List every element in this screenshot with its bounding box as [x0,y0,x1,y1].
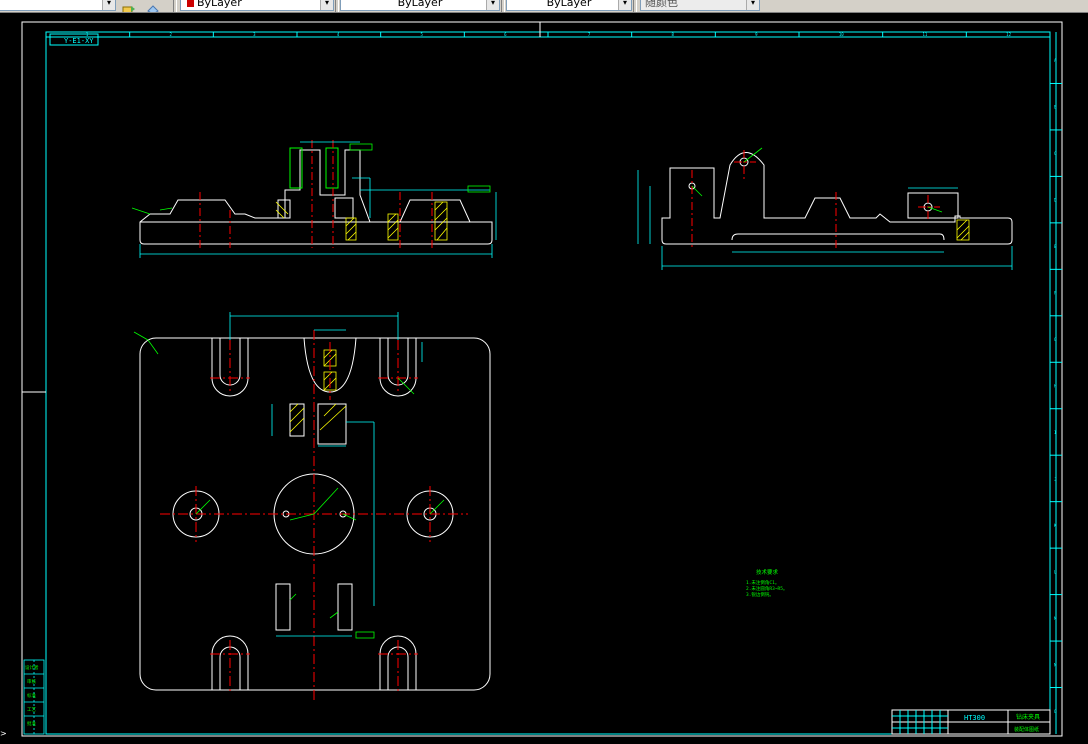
ruler-label: I [1054,430,1057,435]
signature-label: 设计者 [25,664,39,671]
command-prompt[interactable]: > [0,728,14,740]
toolbar-separator [173,0,177,12]
front-view-dim-box [325,147,339,189]
drawing-svg: 1 2 3 4 5 6 7 8 9 10 11 12 ABCDEFGHIJKLMNO Y-E1-XY [21,21,1063,737]
front-view-centerlines [199,140,433,248]
ruler-label: 5 [421,32,424,37]
ruler-label: 8 [672,32,675,37]
sheet-frame [21,21,1063,737]
toolbar-separator [501,0,505,12]
layer-previous-icon[interactable] [146,0,160,12]
side-view [661,152,1013,245]
plotstyle-control-value: 随颜色 [645,0,678,9]
front-view [139,147,493,245]
title-block-material: HT300 [964,714,985,722]
plan-view-centerlines [160,330,468,700]
ruler-label: 3 [253,32,256,37]
plan-rail-left [275,583,291,631]
toolbar-separator [633,0,637,12]
ruler-label: L [1054,569,1057,574]
ruler-label: 2 [170,32,173,37]
chevron-down-icon[interactable]: ▾ [320,0,333,10]
chevron-down-icon[interactable]: ▾ [618,0,631,10]
ruler-label: D [1054,198,1057,203]
ruler-label: O [1054,709,1057,714]
front-view-block [334,197,354,219]
chevron-down-icon[interactable]: ▾ [102,0,115,10]
ruler-label: M [1054,616,1057,621]
ruler-label: A [1054,58,1057,63]
ruler-label: N [1054,662,1057,667]
side-view-slot [731,233,945,241]
ruler-label: K [1054,523,1057,528]
side-view-centerlines [691,150,940,248]
ruler-label: B [1054,105,1057,110]
signature-label: 工艺 [27,707,36,713]
color-control-value: ByLayer [197,0,242,9]
ruler-label: G [1054,337,1057,342]
tech-notes-line: 2.未注圆角R3~R5。 [746,585,787,592]
layer-state-dropdown[interactable]: ▾ [0,0,116,11]
linetype-control-value: ByLayer [397,0,443,9]
signature-label: 审核 [27,678,36,685]
title-block-part-name: 钻床夹具 [1016,713,1040,721]
ruler-label: J [1054,476,1056,481]
color-swatch-icon [187,0,194,7]
plotstyle-control-dropdown[interactable]: 随颜色 ▾ [640,0,760,11]
ruler-label: F [1054,291,1057,296]
ruler-label: E [1054,244,1057,249]
ruler-label: 9 [755,32,758,37]
toolbar-separator [335,0,339,12]
top-ruler: 1 2 3 4 5 6 7 8 9 10 11 12 [86,32,1012,37]
left-signature-labels: 设计者 审核 标准 工艺 批准 [25,664,39,727]
tech-notes-line: 1.未注倒角C1。 [746,579,779,586]
outer-border [21,21,1063,737]
ruler-label: 10 [839,32,844,37]
lineweight-control-dropdown[interactable]: ByLayer ▾ [506,0,632,11]
plan-rail-right [337,583,353,631]
inner-border [45,31,1051,735]
side-view-hatch [956,219,970,241]
side-view-block [907,192,959,219]
ruler-label: H [1054,384,1057,389]
ruler-label: 7 [588,32,591,37]
ruler-label: C [1054,151,1057,156]
tech-notes-line: 3.锐边倒钝。 [746,591,774,598]
layer-tool-icon[interactable] [122,0,136,12]
chevron-down-icon[interactable]: ▾ [746,0,759,10]
ruler-label: 11 [923,32,928,37]
lineweight-control-value: ByLayer [546,0,592,9]
title-block-drawing-no: 装配体图纸 [1014,726,1039,733]
ruler-label: 12 [1006,32,1011,37]
ruler-label: 4 [337,32,340,37]
drawing-label-text: Y-E1-XY [64,37,94,45]
front-view-hatch [275,201,448,241]
ruler-label: 6 [504,32,507,37]
color-control-dropdown[interactable]: ByLayer ▾ [180,0,334,11]
front-view-pocket [277,199,291,219]
drawing-canvas[interactable]: 1 2 3 4 5 6 7 8 9 10 11 12 ABCDEFGHIJKLMNO Y-E1-XY [0,12,1088,740]
tech-notes-heading: 技术要求 [756,568,779,576]
front-view-outline [139,149,493,245]
linetype-control-dropdown[interactable]: ByLayer ▾ [340,0,500,11]
signature-label: 批准 [27,720,36,727]
side-view-dimensions [637,147,1013,270]
chevron-down-icon[interactable]: ▾ [486,0,499,10]
signature-label: 标准 [27,692,36,699]
technical-requirements: 技术要求 1.未注倒角C1。 2.未注圆角R3~R5。 3.锐边倒钝。 [746,568,787,598]
side-view-outline [661,152,1013,245]
